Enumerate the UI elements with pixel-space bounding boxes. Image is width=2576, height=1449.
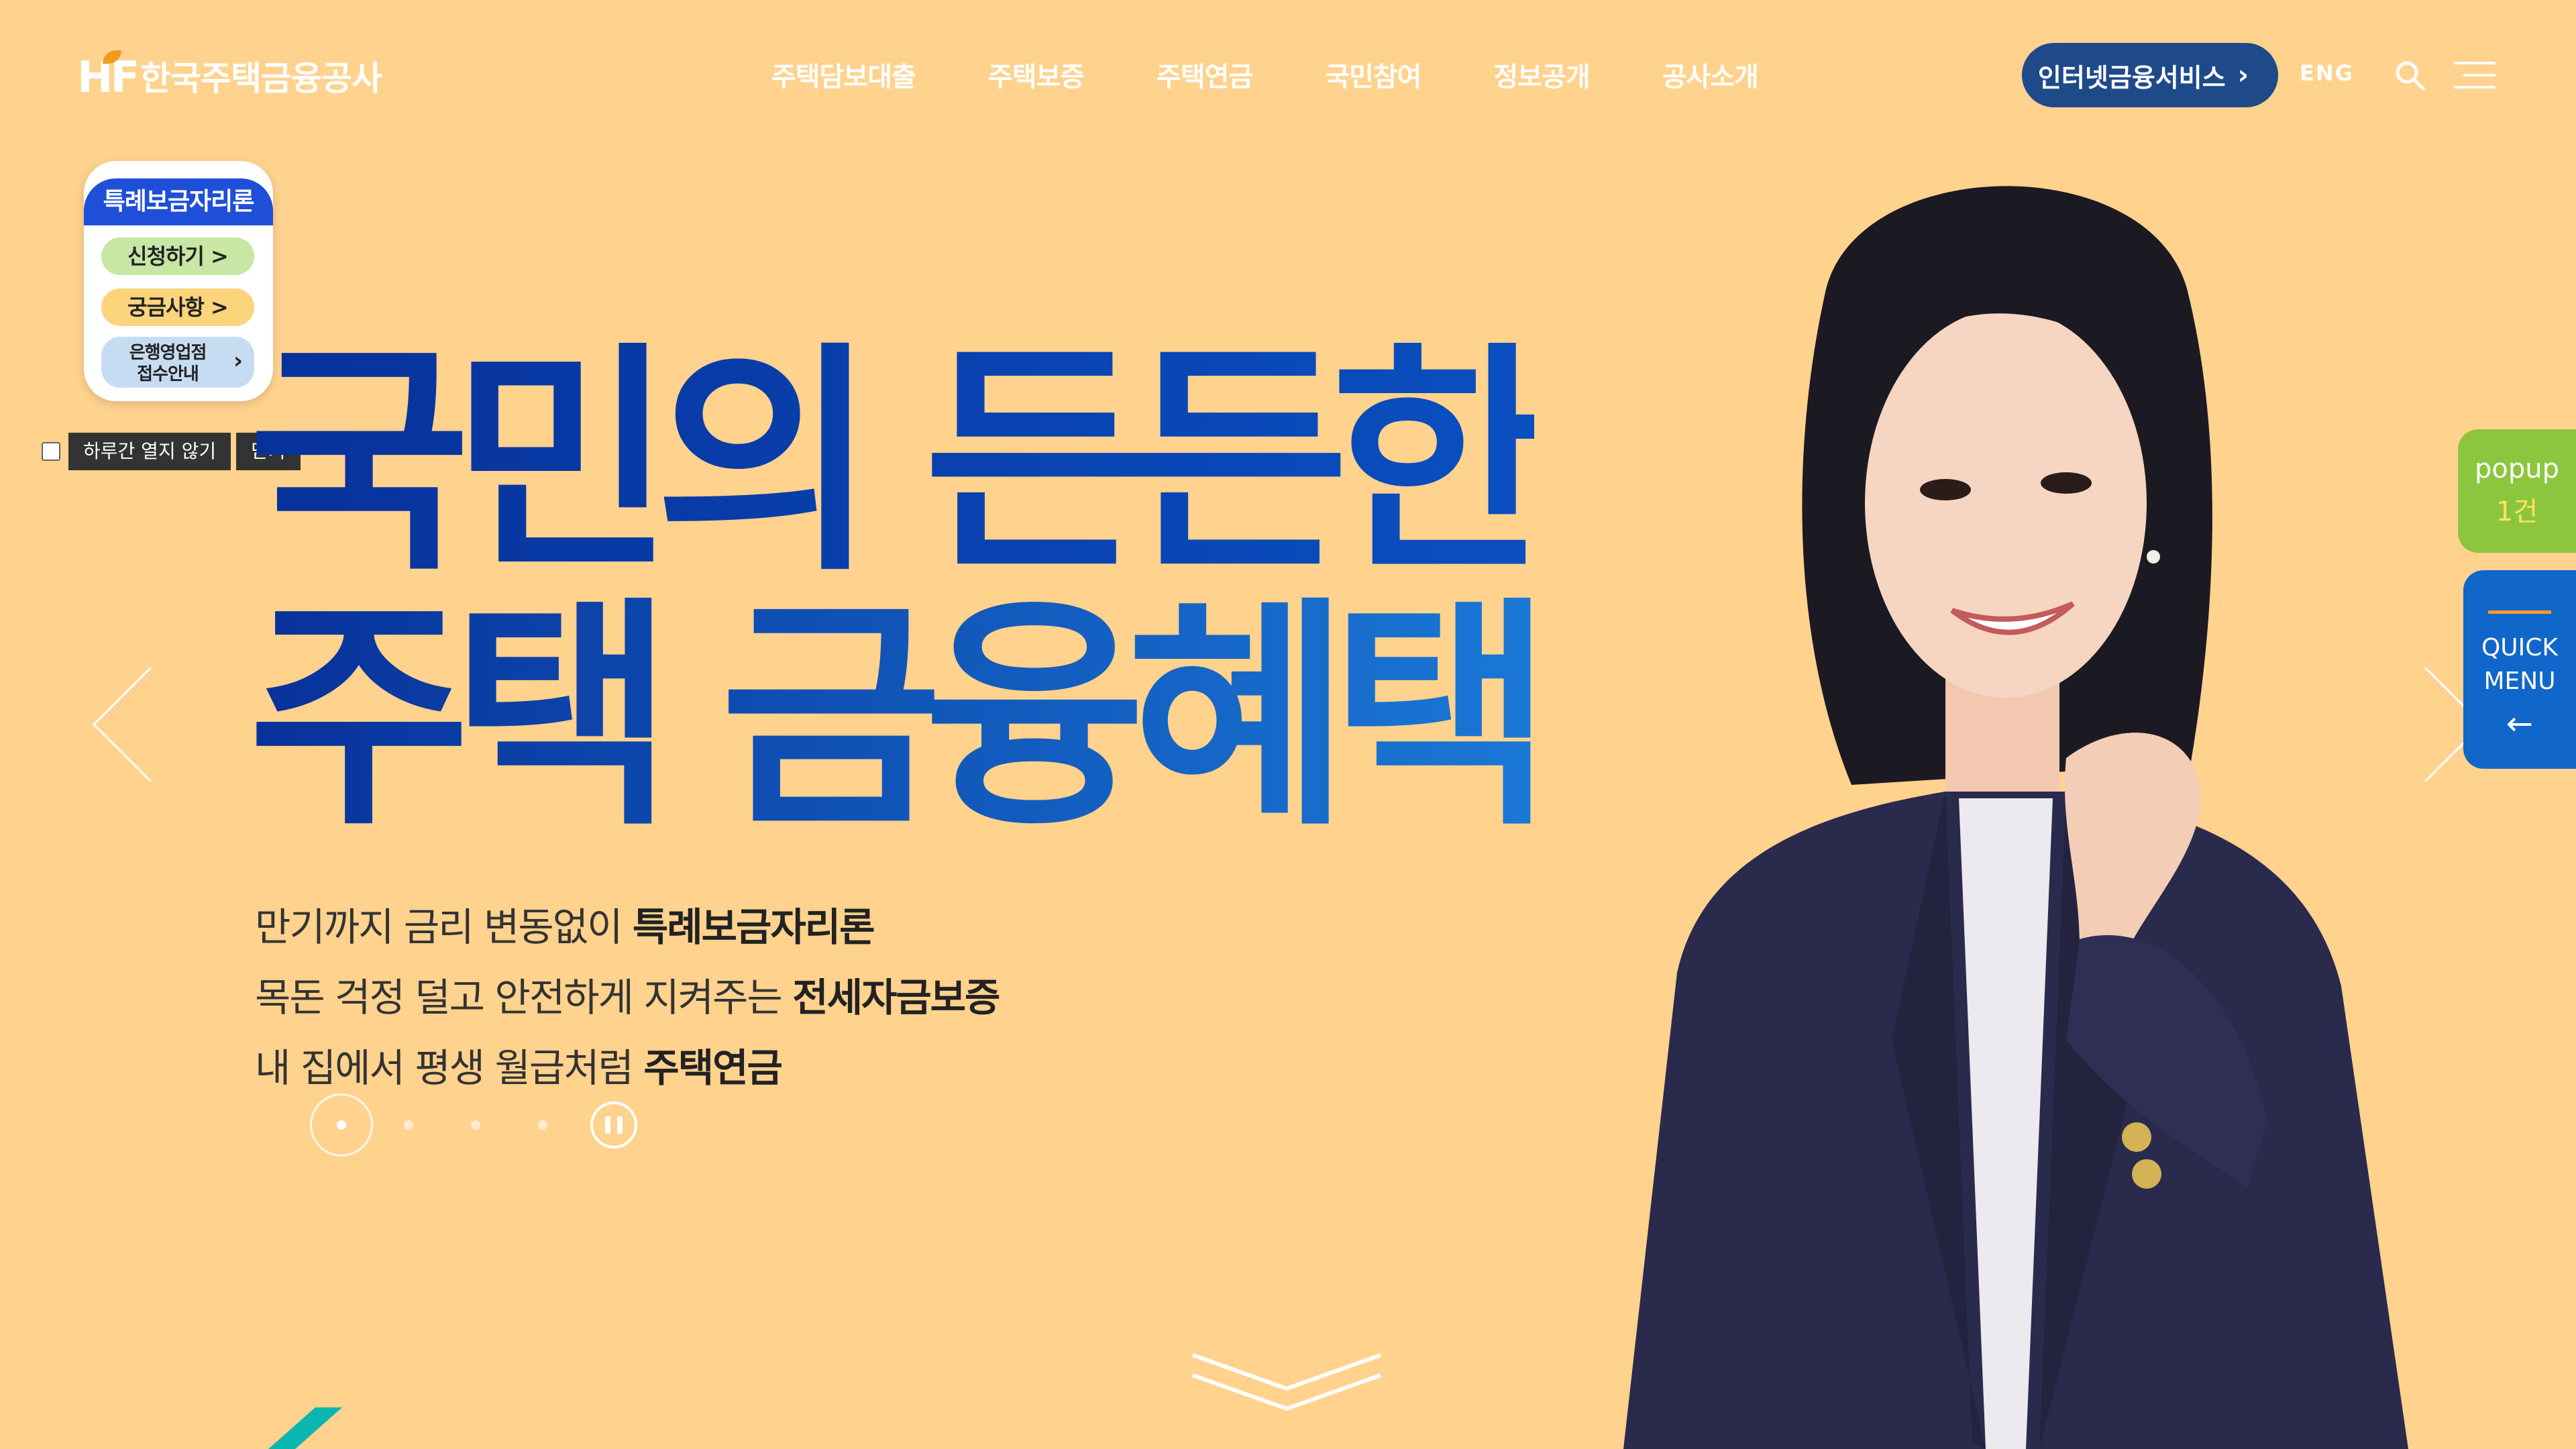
internet-banking-button[interactable]: 인터넷금융서비스 › [2022, 43, 2278, 107]
floating-popup-button[interactable]: popup 1건 [2458, 429, 2576, 553]
carousel-dot-2[interactable] [404, 1120, 413, 1130]
quick-menu-accent-bar [2488, 610, 2551, 614]
dont-show-checkbox[interactable] [42, 442, 60, 461]
carousel-dot-3[interactable] [471, 1120, 480, 1130]
apply-button[interactable]: 신청하기 > [101, 237, 254, 275]
hero-sub1-text: 만기까지 금리 변동없이 [255, 904, 633, 950]
carousel-prev-arrow-icon[interactable] [87, 664, 154, 785]
faq-button[interactable]: 궁금사항 > [101, 288, 254, 326]
dont-show-today-label[interactable]: 하루간 열지 않기 [68, 433, 231, 470]
quick-menu-line1: QUICK [2481, 634, 2559, 661]
carousel-dot-4[interactable] [538, 1120, 547, 1130]
logo-text: 한국주택금융공사 [140, 59, 382, 98]
branch-guide-line2: 접수안내 [137, 364, 199, 384]
site-header: HF 한국주택금융공사 주택담보대출 주택보증 주택연금 국민참여 정보공개 공… [0, 0, 2576, 154]
floating-popup-count: 1건 [2496, 496, 2538, 527]
hero-headline: 국민의 든든한 주택 금융혜택 [248, 322, 1553, 858]
language-english-link[interactable]: ENG [2300, 60, 2354, 86]
nav-item-pension[interactable]: 주택연금 [1157, 57, 1253, 97]
search-icon[interactable] [2394, 59, 2426, 91]
hero-sub1-bold: 특례보금자리론 [632, 904, 875, 950]
carousel-dot-1[interactable] [337, 1120, 346, 1130]
hero-sub3-text: 내 집에서 평생 월급처럼 [255, 1045, 644, 1091]
menu-icon[interactable] [2454, 62, 2496, 89]
pause-icon[interactable] [590, 1102, 637, 1148]
hero-sub3-bold: 주택연금 [643, 1045, 782, 1091]
internet-banking-label: 인터넷금융서비스 [2037, 62, 2226, 93]
logo-mark: HF [77, 50, 140, 101]
nav-item-about[interactable]: 공사소개 [1662, 57, 1759, 97]
hero-headline-line2: 주택 금융혜택 [248, 577, 1553, 858]
model-photo [1623, 186, 2408, 1449]
nav-item-disclosure[interactable]: 정보공개 [1493, 57, 1590, 97]
promo-popup: 특례보금자리론 신청하기 > 궁금사항 > 은행영업점 접수안내 › [84, 161, 273, 401]
quick-menu-line2: MENU [2483, 667, 2556, 695]
hero-sub2-text: 목돈 걱정 덜고 안전하게 지켜주는 [255, 975, 793, 1020]
site-logo[interactable]: HF 한국주택금융공사 [77, 50, 382, 101]
carousel-pagination [310, 1093, 645, 1161]
arrow-left-icon: ← [2506, 705, 2534, 743]
chevron-right-icon: › [233, 347, 243, 374]
nav-item-mortgage[interactable]: 주택담보대출 [771, 57, 916, 97]
hero-sub-line1: 만기까지 금리 변동없이 특례보금자리론 [255, 892, 999, 963]
hero-subtext: 만기까지 금리 변동없이 특례보금자리론 목돈 걱정 덜고 안전하게 지켜주는 … [255, 892, 1000, 1104]
branch-guide-button[interactable]: 은행영업점 접수안내 › [101, 337, 254, 388]
nav-item-participation[interactable]: 국민참여 [1325, 57, 1421, 97]
branch-guide-line1: 은행영업점 [129, 343, 207, 363]
floating-popup-label: popup [2475, 453, 2559, 484]
hero-sub2-bold: 전세자금보증 [792, 975, 1000, 1020]
scroll-down-chevron-icon[interactable] [1186, 1348, 1387, 1415]
hero-sub-line2: 목돈 걱정 덜고 안전하게 지켜주는 전세자금보증 [255, 963, 1000, 1033]
decorative-stripe [268, 1407, 342, 1449]
promo-popup-title: 특례보금자리론 [84, 178, 273, 225]
chevron-right-icon: › [2237, 60, 2249, 91]
nav-item-guarantee[interactable]: 주택보증 [988, 57, 1085, 97]
quick-menu-button[interactable]: QUICK MENU ← [2463, 570, 2576, 769]
main-nav: 주택담보대출 주택보증 주택연금 국민참여 정보공개 공사소개 [771, 57, 1831, 97]
hero-headline-line1: 국민의 든든한 [248, 322, 1553, 603]
